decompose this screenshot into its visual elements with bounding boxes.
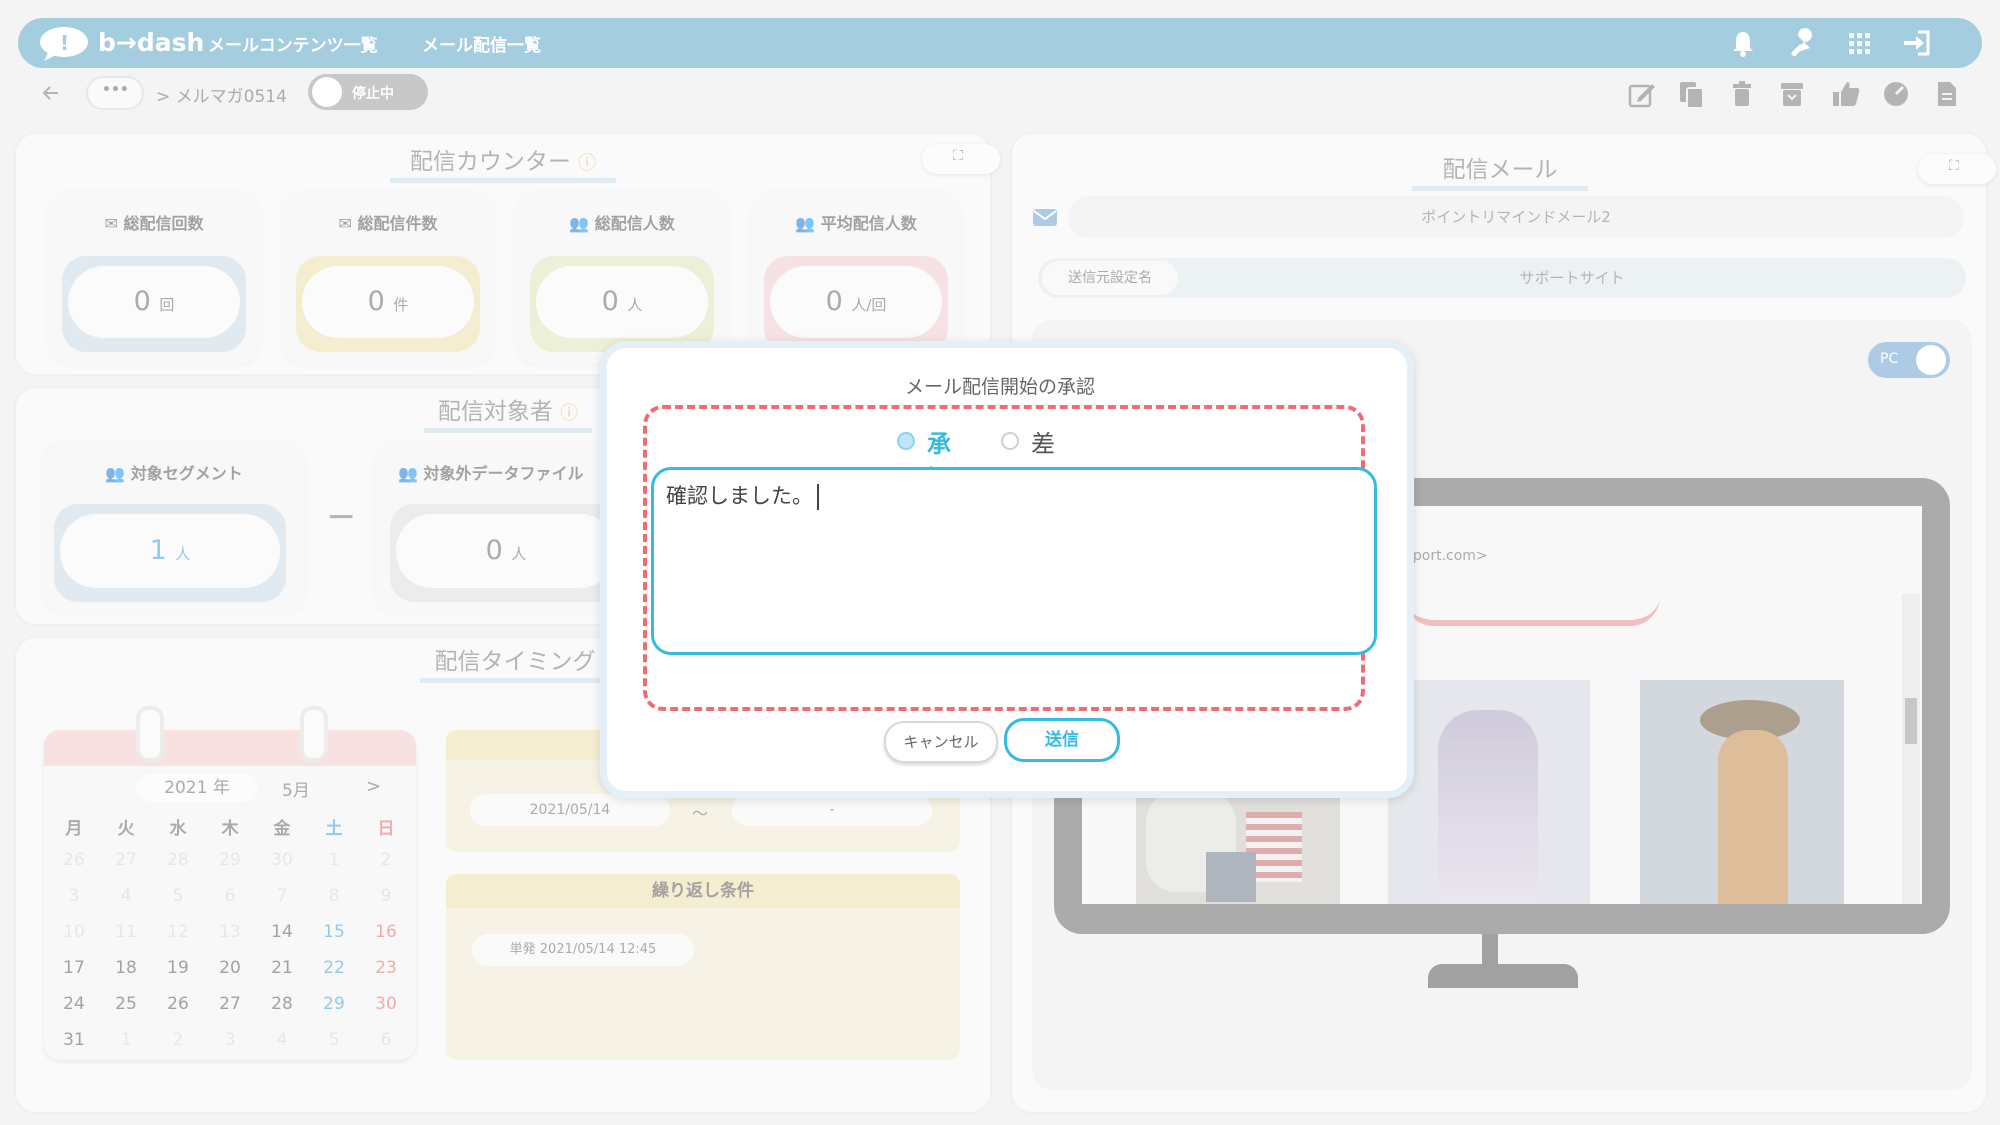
radio-approve[interactable] — [897, 432, 915, 450]
dialog-title: メール配信開始の承認 — [904, 376, 1095, 398]
send-button[interactable]: 送信 — [1004, 718, 1120, 762]
approval-dialog: メール配信開始の承認 承認 差し戻し 確認しました。 キャンセル 送信 — [600, 341, 1414, 798]
text-cursor — [817, 484, 819, 510]
radio-reject[interactable] — [1001, 432, 1019, 450]
comment-textarea[interactable]: 確認しました。 — [651, 467, 1377, 655]
comment-text: 確認しました。 — [666, 484, 813, 508]
cancel-button[interactable]: キャンセル — [884, 721, 998, 763]
